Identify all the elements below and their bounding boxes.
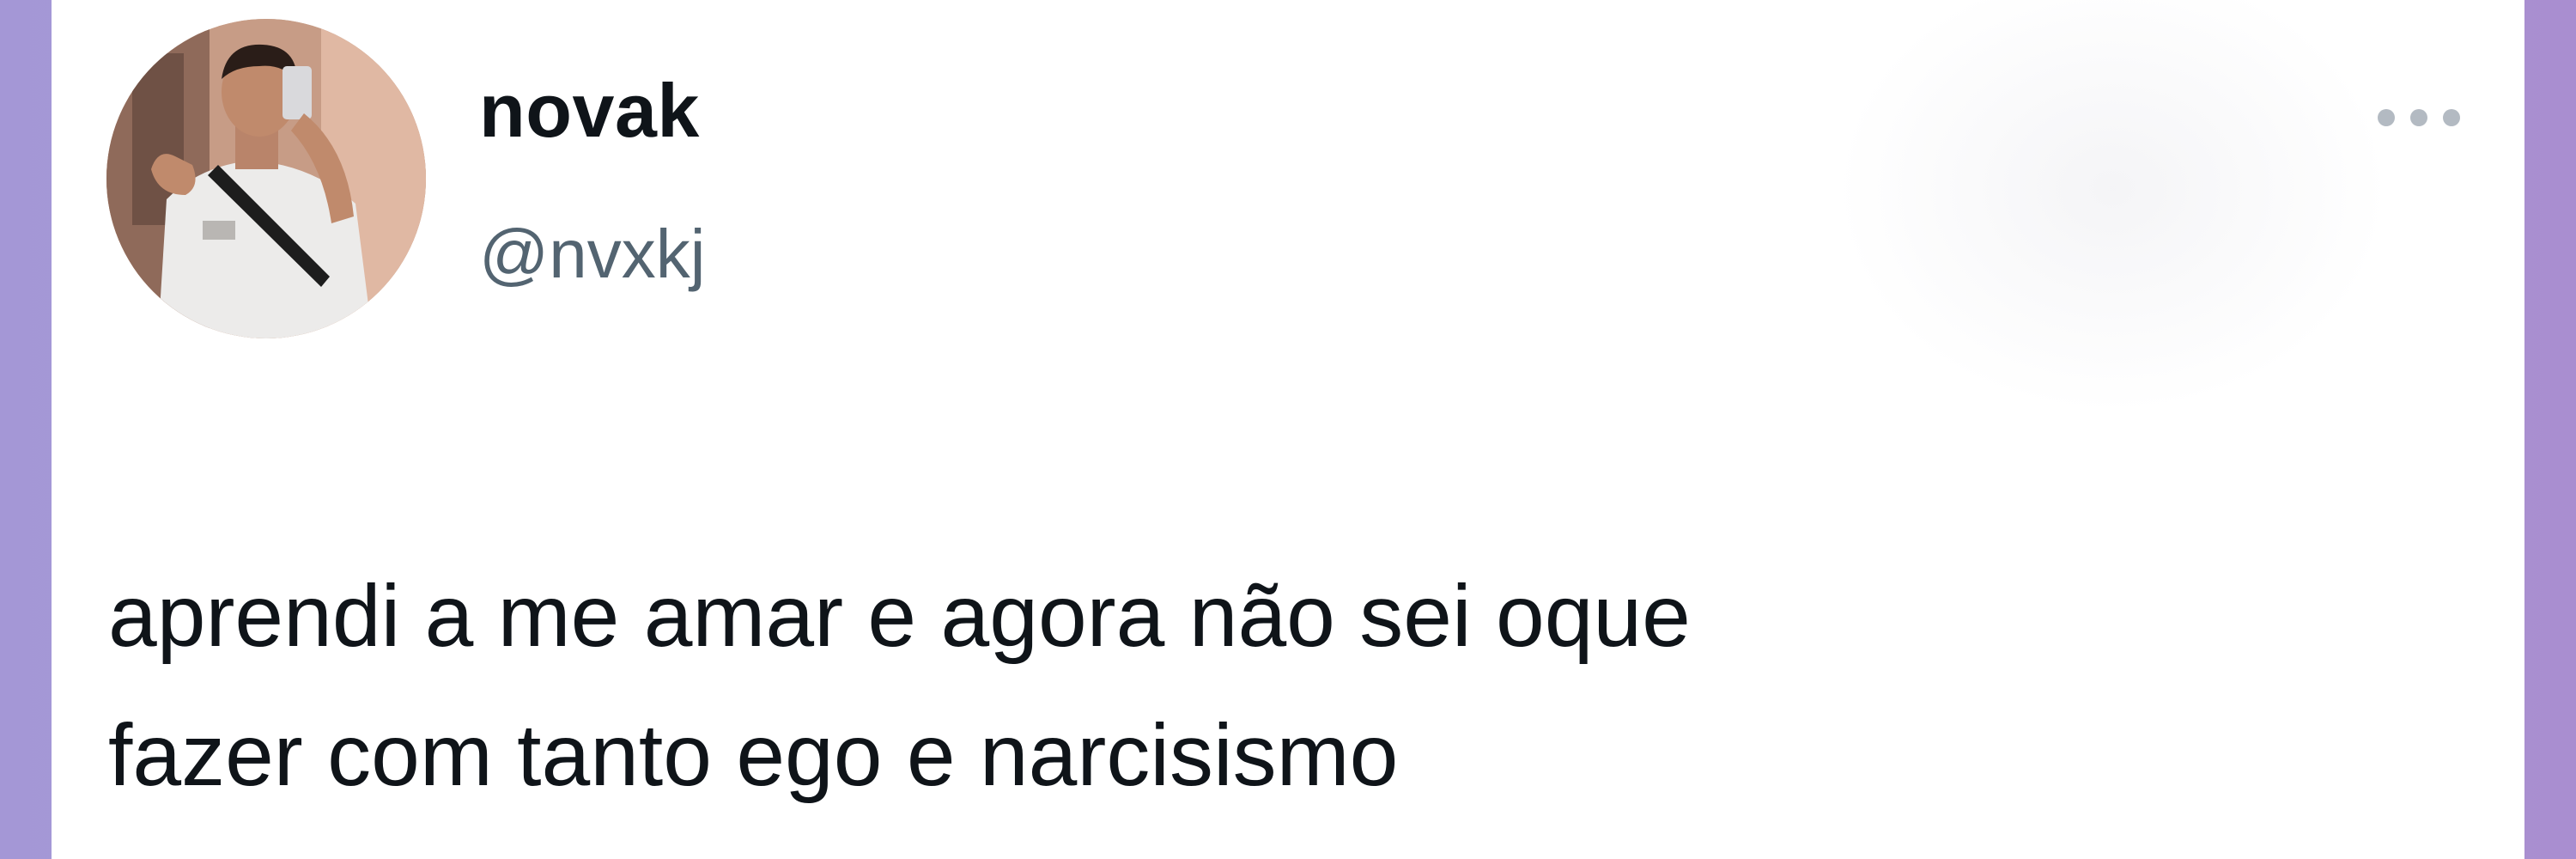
more-options-button[interactable] <box>2363 96 2475 139</box>
avatar[interactable] <box>106 19 426 338</box>
more-horizontal-icon <box>2378 109 2460 126</box>
author-display-name[interactable]: novak <box>479 67 700 155</box>
tweet-card[interactable]: novak @nvxkj aprendi a me amar e agora n… <box>52 0 2524 859</box>
tweet-text: aprendi a me amar e agora não sei oque f… <box>108 567 1691 804</box>
author-handle[interactable]: @nvxkj <box>479 215 705 294</box>
card-background-smudge <box>1838 0 2387 412</box>
profile-photo-icon <box>106 19 426 338</box>
